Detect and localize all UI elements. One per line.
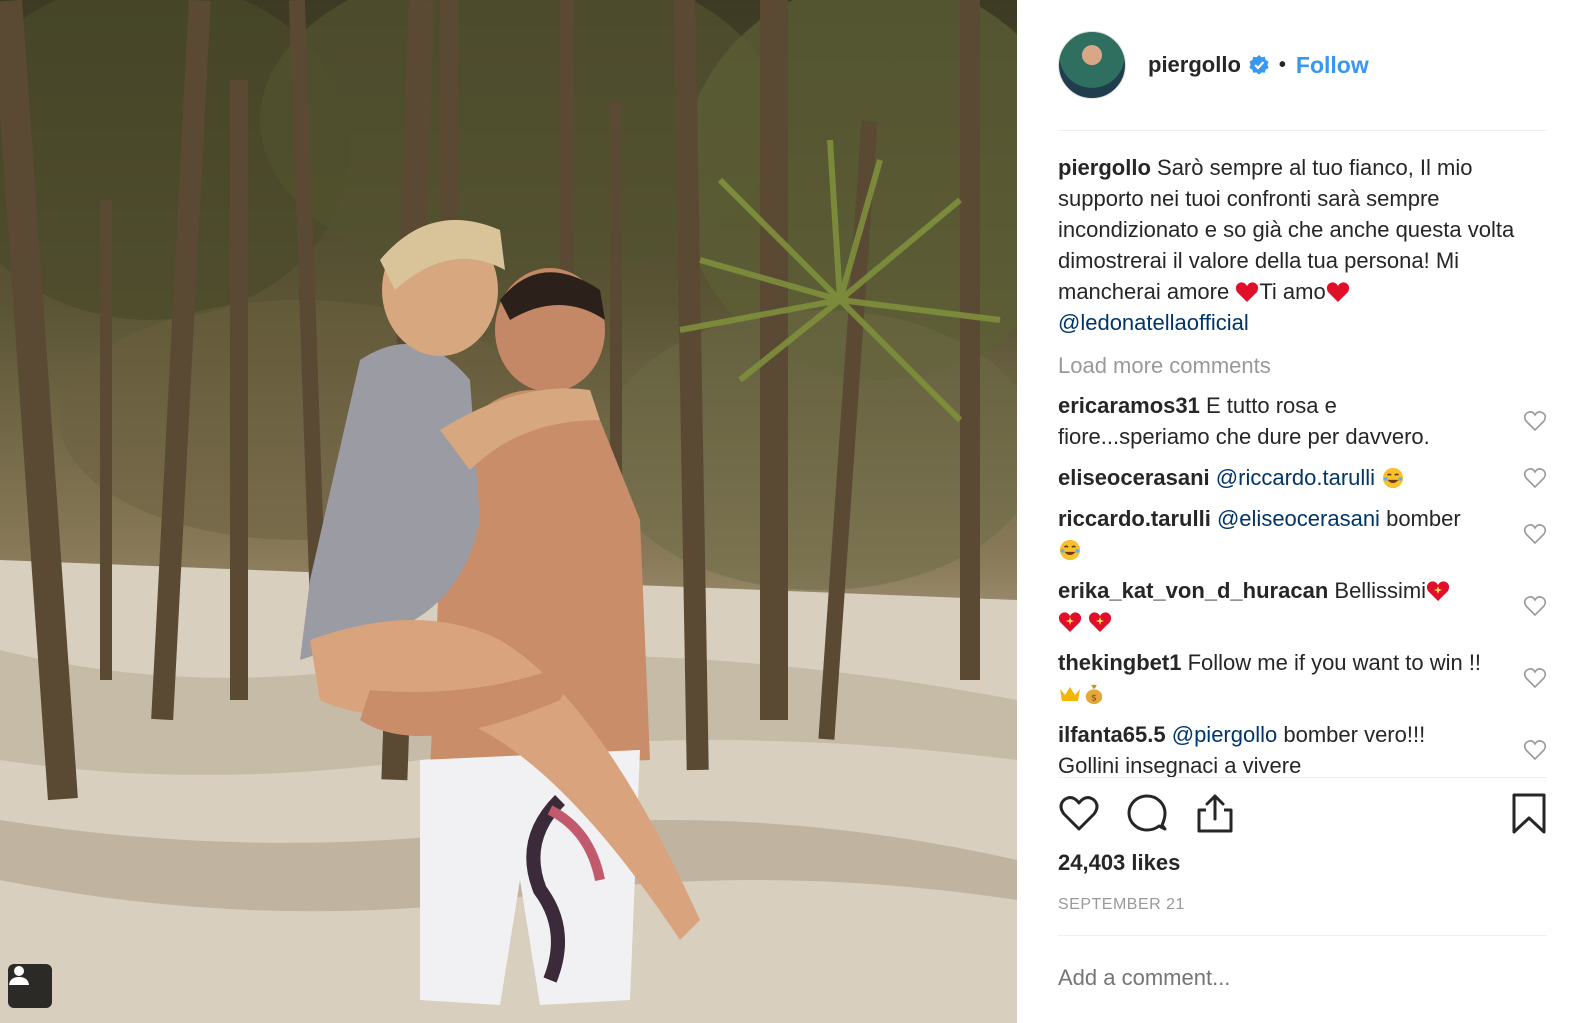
load-more-comments-link[interactable]: Load more comments xyxy=(1058,350,1547,381)
post-actions xyxy=(1058,790,1547,840)
header-username[interactable]: piergollo xyxy=(1148,52,1241,78)
comment-text-2: Gollini insegnaci a vivere xyxy=(1058,753,1302,777)
money-bag-emoji-icon: $ xyxy=(1085,684,1103,705)
comments-list[interactable]: piergollo Sarò sempre al tuo fianco, Il … xyxy=(1058,152,1547,777)
comment-bubble-icon[interactable] xyxy=(1126,792,1168,834)
caption-username[interactable]: piergollo xyxy=(1058,155,1151,180)
tears-of-joy-emoji-icon xyxy=(1059,539,1081,561)
red-heart-emoji-icon xyxy=(1326,282,1349,302)
comment-item: erika_kat_von_d_huracan Bellissimi xyxy=(1058,575,1547,637)
comment-text: Bellissimi xyxy=(1334,578,1427,603)
comment-text: bomber xyxy=(1386,506,1461,531)
post-caption: piergollo Sarò sempre al tuo fianco, Il … xyxy=(1058,152,1547,338)
post-date[interactable]: SEPTEMBER 21 xyxy=(1058,896,1185,914)
comment-item: thekingbet1 Follow me if you want to win… xyxy=(1058,647,1547,709)
avatar[interactable] xyxy=(1058,31,1126,99)
header-divider xyxy=(1058,130,1547,131)
tears-of-joy-emoji-icon xyxy=(1383,467,1404,489)
red-heart-emoji-icon xyxy=(1236,282,1259,302)
add-comment-input[interactable] xyxy=(1058,958,1547,998)
comment-like-heart-icon[interactable] xyxy=(1523,595,1547,617)
svg-text:$: $ xyxy=(1091,692,1097,703)
comment-like-heart-icon[interactable] xyxy=(1523,467,1547,489)
verified-badge-icon xyxy=(1249,55,1269,75)
comment-username[interactable]: erika_kat_von_d_huracan xyxy=(1058,578,1328,603)
sparkling-heart-emoji-icon xyxy=(1058,612,1082,632)
post-sidebar: piergollo • Follow piergollo Sarò sempre… xyxy=(1017,0,1577,1023)
comment-input-divider xyxy=(1058,935,1547,936)
comment-text: bomber vero!!! xyxy=(1283,722,1426,747)
bookmark-icon[interactable] xyxy=(1508,792,1550,834)
comment-username[interactable]: thekingbet1 xyxy=(1058,650,1181,675)
sparkling-heart-emoji-icon xyxy=(1426,581,1450,601)
comment-mention[interactable]: @eliseocerasani xyxy=(1217,506,1380,531)
caption-text-2: Ti amo xyxy=(1259,279,1326,304)
post-header: piergollo • Follow xyxy=(1058,30,1546,100)
separator-dot: • xyxy=(1278,53,1286,76)
comment-username[interactable]: ilfanta65.5 xyxy=(1058,722,1166,747)
comment-item: ericaramos31 E tutto rosa e fiore...sper… xyxy=(1058,390,1547,452)
comment-item: eliseocerasani @riccardo.tarulli xyxy=(1058,462,1547,493)
sparkling-heart-emoji-icon xyxy=(1089,612,1112,632)
comment-mention[interactable]: @riccardo.tarulli xyxy=(1216,465,1375,490)
likes-count[interactable]: 24,403 likes xyxy=(1058,850,1180,876)
share-icon[interactable] xyxy=(1194,792,1236,834)
post-photo[interactable] xyxy=(0,0,1017,1023)
heart-icon[interactable] xyxy=(1058,792,1100,834)
person-tag-icon[interactable] xyxy=(8,964,52,1008)
comment-username[interactable]: eliseocerasani xyxy=(1058,465,1210,490)
comment-item: ilfanta65.5 @piergollo bomber vero!!! Go… xyxy=(1058,719,1547,777)
comment-like-heart-icon[interactable] xyxy=(1523,739,1547,761)
comment-username[interactable]: ericaramos31 xyxy=(1058,393,1200,418)
actions-divider xyxy=(1058,777,1547,778)
comment-like-heart-icon[interactable] xyxy=(1523,523,1547,545)
comment-mention[interactable]: @piergollo xyxy=(1172,722,1278,747)
follow-button[interactable]: Follow xyxy=(1296,52,1369,79)
comment-like-heart-icon[interactable] xyxy=(1523,410,1547,432)
caption-mention[interactable]: @ledonatellaofficial xyxy=(1058,310,1249,335)
comment-like-heart-icon[interactable] xyxy=(1523,667,1547,689)
photo-scene xyxy=(0,0,1017,1023)
comment-item: riccardo.tarulli @eliseocerasani bomber xyxy=(1058,503,1547,565)
comment-text: Follow me if you want to win !! xyxy=(1187,650,1482,675)
comment-username[interactable]: riccardo.tarulli xyxy=(1058,506,1211,531)
crown-emoji-icon xyxy=(1060,687,1080,701)
